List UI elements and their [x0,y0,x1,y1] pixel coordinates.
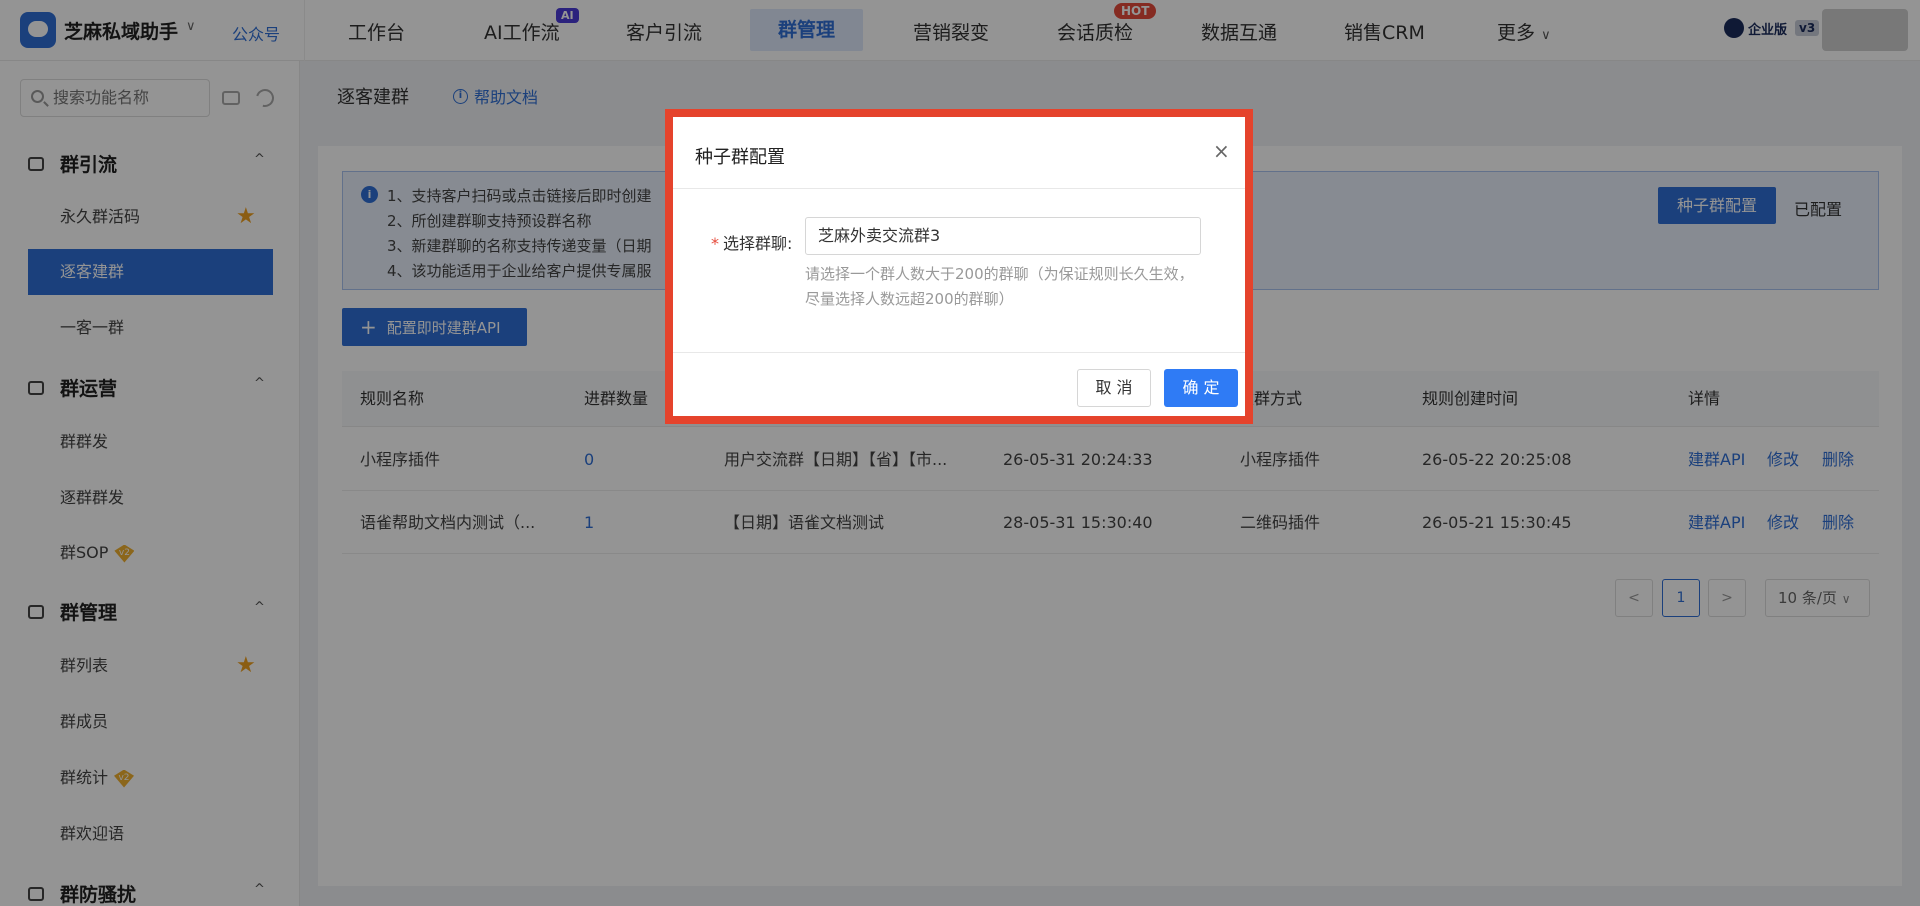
select-group-label: * 选择群聊: [711,230,792,254]
modal-divider [673,188,1245,189]
cancel-button[interactable]: 取 消 [1077,369,1151,407]
select-group-label-text: 选择群聊: [723,234,793,253]
required-mark: * [711,234,719,253]
modal-title: 种子群配置 [695,147,785,168]
select-group-hint: 请选择一个群人数大于200的群聊（为保证规则长久生效，尽量选择人数远超200的群… [805,265,1194,308]
group-select[interactable]: 芝麻外卖交流群3 [805,217,1201,255]
close-icon[interactable]: × [1213,141,1230,161]
modal-divider [673,352,1245,353]
seed-group-modal: 种子群配置 × * 选择群聊: 芝麻外卖交流群3 请选择一个群人数大于200的群聊… [665,109,1253,424]
confirm-button[interactable]: 确 定 [1164,369,1238,407]
